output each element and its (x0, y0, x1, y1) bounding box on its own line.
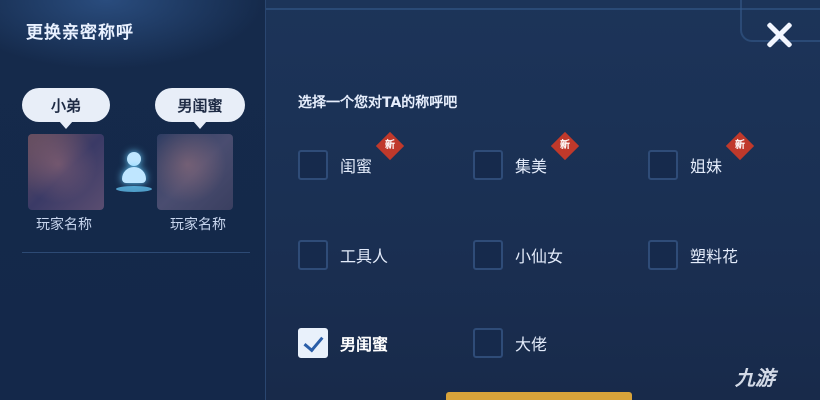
checkbox-checked[interactable] (298, 328, 328, 358)
player1-title-bubble: 小弟 (22, 88, 110, 129)
new-badge: 新 (375, 131, 405, 161)
option-label: 男闺蜜 (340, 335, 389, 354)
intimacy-person-icon (114, 150, 154, 198)
player1-name: 玩家名称 (36, 217, 92, 233)
option-label: 塑料花 (690, 247, 739, 266)
checkbox[interactable] (648, 150, 678, 180)
option-jimei[interactable]: 集美 新 (473, 131, 580, 180)
intimacy-title-dialog: 更换亲密称呼 小弟 男闺蜜 玩家名称 玩家名称 选择一个您对TA的称呼吧 闺蜜 … (0, 0, 820, 400)
left-panel: 更换亲密称呼 小弟 男闺蜜 玩家名称 玩家名称 (0, 0, 266, 400)
option-dalao[interactable]: 大佬 (473, 328, 547, 358)
option-suliaohua[interactable]: 塑料花 (648, 240, 738, 270)
option-gongjuren[interactable]: 工具人 (298, 240, 388, 270)
top-border (265, 8, 820, 10)
checkbox[interactable] (298, 150, 328, 180)
option-nanguimi[interactable]: 男闺蜜 (298, 328, 388, 358)
option-label: 姐妹 (690, 157, 723, 176)
prompt-text: 选择一个您对TA的称呼吧 (298, 95, 458, 111)
player2-avatar (157, 134, 233, 210)
dialog-title: 更换亲密称呼 (26, 23, 134, 43)
option-guimi[interactable]: 闺蜜 新 (298, 131, 405, 180)
checkbox[interactable] (473, 328, 503, 358)
option-label: 大佬 (515, 335, 548, 354)
option-label: 工具人 (340, 247, 389, 266)
option-label: 小仙女 (515, 247, 564, 266)
confirm-button[interactable] (446, 392, 632, 400)
close-icon[interactable] (762, 18, 796, 52)
option-xiaoxiannv[interactable]: 小仙女 (473, 240, 563, 270)
checkbox[interactable] (473, 150, 503, 180)
new-badge: 新 (550, 131, 580, 161)
option-jiemei[interactable]: 姐妹 新 (648, 131, 755, 180)
new-badge: 新 (725, 131, 755, 161)
option-label: 闺蜜 (340, 157, 373, 176)
checkbox[interactable] (473, 240, 503, 270)
player2-title-bubble: 男闺蜜 (155, 88, 245, 129)
checkbox[interactable] (298, 240, 328, 270)
player2-name: 玩家名称 (170, 217, 226, 233)
option-label: 集美 (515, 157, 548, 176)
checkbox[interactable] (648, 240, 678, 270)
divider (22, 252, 250, 253)
player1-avatar (28, 134, 104, 210)
watermark-logo: 九游 (735, 366, 775, 390)
